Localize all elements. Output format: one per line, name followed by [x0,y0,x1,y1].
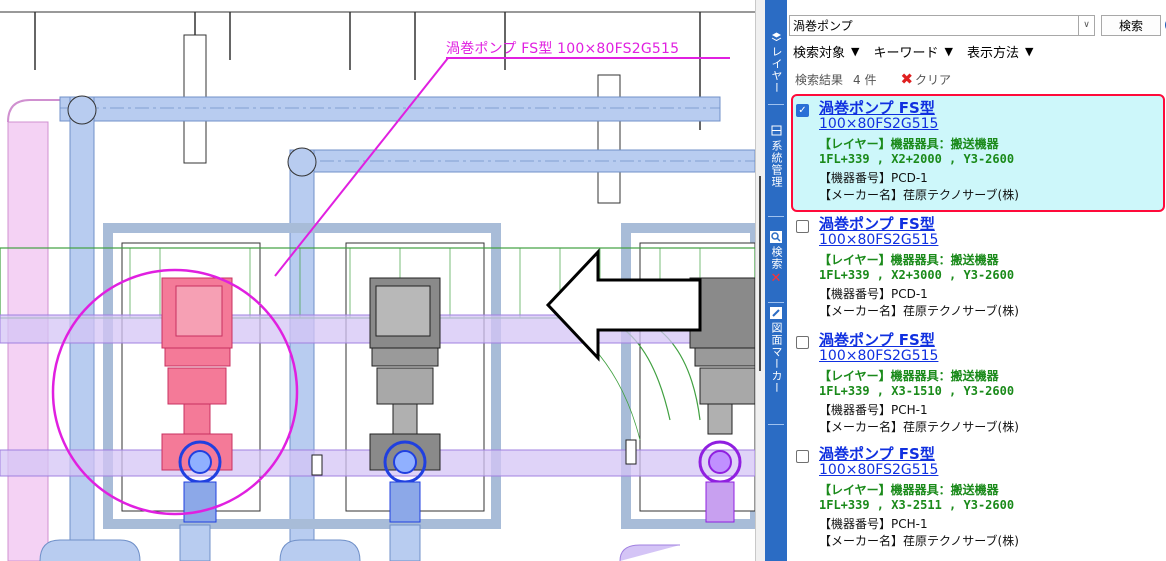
tab-search[interactable]: 検索 ✕ [765,230,787,288]
result-layer: 【レイヤー】機器器具：搬送機器 [819,253,999,267]
search-input[interactable] [789,14,1079,36]
panel-splitter[interactable] [755,0,765,561]
result-coordinates: 1FL+339 , X3-1510 , Y3-2600 [819,384,1015,398]
result-equipment-number: 【機器番号】PCH-1 [819,403,928,417]
search-panel: ∨ 検索 ? 検索対象 ▼ キーワード ▼ 表示方法 ▼ 検索結果 4 件 ✖ … [787,0,1166,561]
result-equipment-number: 【機器番号】PCD-1 [819,171,928,185]
result-maker: 【メーカー名】荏原テクノサーブ(株) [819,534,1019,548]
marker-icon [770,306,783,319]
tab-system-label: 系統管理 [770,140,783,188]
tab-system[interactable]: 系統管理 [765,124,787,188]
result-maker: 【メーカー名】荏原テクノサーブ(株) [819,188,1019,202]
result-title[interactable]: 渦巻ポンプ FS型 [819,97,935,118]
result-equipment-number: 【機器番号】PCH-1 [819,517,928,531]
results-label: 検索結果 [795,72,844,87]
result-item[interactable]: 渦巻ポンプ FS型 100×80FS2G515 【レイヤー】機器器具：搬送機器 … [791,326,1165,444]
system-icon [770,124,783,137]
search-row: ∨ 検索 ? [789,14,1166,36]
vertical-tab-strip: レイヤー 系統管理 検索 ✕ 図面マーカー [765,0,787,561]
caret-down-icon: ▼ [851,45,860,58]
clear-icon: ✖ [900,70,914,88]
result-checkbox[interactable] [796,450,809,463]
callout-label: 渦巻ポンプ FS型 100×80FS2G515 [446,41,680,57]
tab-marker[interactable]: 図面マーカー [765,306,787,394]
result-count: 4 件 [853,72,877,87]
result-item[interactable]: 渦巻ポンプ FS型 100×80FS2G515 【レイヤー】機器器具：搬送機器 … [791,440,1165,558]
result-maker: 【メーカー名】荏原テクノサーブ(株) [819,304,1019,318]
result-coordinates: 1FL+339 , X3-2511 , Y3-2600 [819,498,1015,512]
result-checkbox[interactable]: ✓ [796,104,809,117]
result-title[interactable]: 渦巻ポンプ FS型 [819,213,935,234]
chevron-down-icon: ∨ [1083,20,1090,30]
result-checkbox[interactable] [796,220,809,233]
result-coordinates: 1FL+339 , X2+3000 , Y3-2600 [819,268,1015,282]
result-model[interactable]: 100×80FS2G515 [819,348,938,364]
search-button[interactable]: 検索 [1101,14,1161,36]
clear-button[interactable]: ✖ クリア [900,70,951,88]
cad-drawing-canvas[interactable]: 渦巻ポンプ FS型 100×80FS2G515 [0,0,755,561]
results-header: 検索結果 4 件 ✖ クリア [795,70,951,88]
search-icon [770,230,783,243]
clear-label: クリア [915,72,952,87]
caret-down-icon: ▼ [944,45,953,58]
filter-search-target[interactable]: 検索対象 ▼ [793,42,859,61]
splitter-grip[interactable] [759,176,761,371]
filter-label: 検索対象 [793,46,846,61]
caret-down-icon: ▼ [1024,45,1034,58]
tab-search-label: 検索 [770,246,783,270]
filter-label: キーワード [873,46,939,61]
tab-marker-label: 図面マーカー [770,322,783,394]
filter-row: 検索対象 ▼ キーワード ▼ 表示方法 ▼ [793,42,1047,61]
result-title[interactable]: 渦巻ポンプ FS型 [819,443,935,464]
layer-icon [770,30,783,43]
filter-keyword[interactable]: キーワード ▼ [873,42,952,61]
result-layer: 【レイヤー】機器器具：搬送機器 [819,369,999,383]
result-maker: 【メーカー名】荏原テクノサーブ(株) [819,420,1019,434]
tab-layer-label: レイヤー [770,46,783,94]
result-model[interactable]: 100×80FS2G515 [819,232,938,248]
tab-separator [768,216,784,217]
result-layer: 【レイヤー】機器器具：搬送機器 [819,137,999,151]
filter-label: 表示方法 [966,46,1019,61]
tab-layer[interactable]: レイヤー [765,30,787,94]
result-item[interactable]: 渦巻ポンプ FS型 100×80FS2G515 【レイヤー】機器器具：搬送機器 … [791,210,1165,328]
result-item[interactable]: ✓ 渦巻ポンプ FS型 100×80FS2G515 【レイヤー】機器器具：搬送機… [791,94,1165,212]
cad-drawing [0,11,755,561]
result-model[interactable]: 100×80FS2G515 [819,116,938,132]
result-layer: 【レイヤー】機器器具：搬送機器 [819,483,999,497]
result-title[interactable]: 渦巻ポンプ FS型 [819,329,935,350]
result-equipment-number: 【機器番号】PCD-1 [819,287,928,301]
close-tab-icon[interactable]: ✕ [770,271,783,286]
tab-separator [768,302,784,303]
result-coordinates: 1FL+339 , X2+2000 , Y3-2600 [819,152,1015,166]
tab-separator [768,424,784,425]
tab-separator [768,104,784,105]
filter-display-method[interactable]: 表示方法 ▼ [967,42,1033,61]
result-checkbox[interactable] [796,336,809,349]
search-history-dropdown[interactable]: ∨ [1079,14,1095,36]
result-model[interactable]: 100×80FS2G515 [819,462,938,478]
